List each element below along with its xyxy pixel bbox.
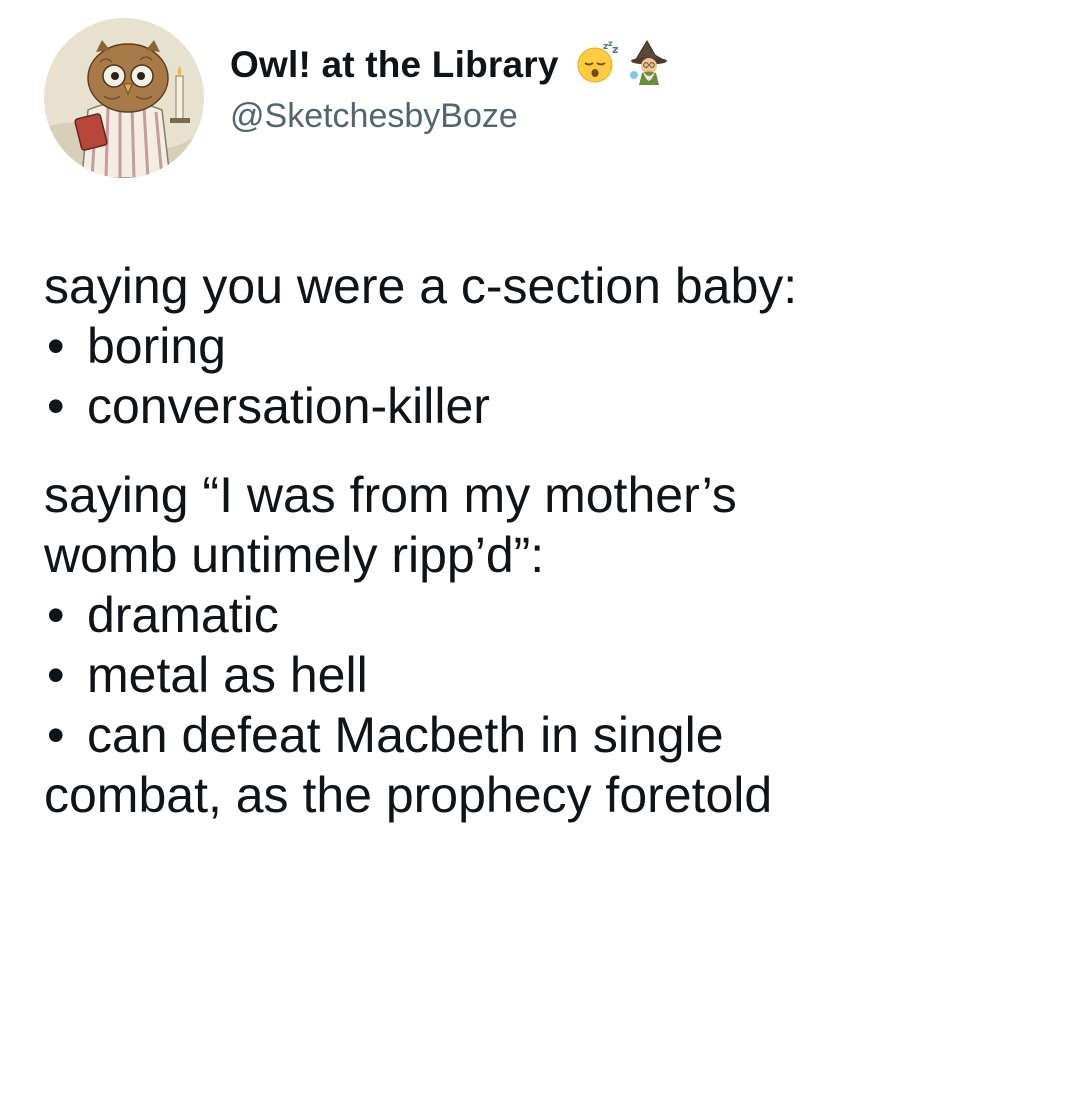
bullet-marker: • <box>47 587 65 643</box>
owl-avatar-illustration <box>44 18 204 178</box>
bullet-text: metal as hell <box>87 647 368 703</box>
list-item: • conversation-killer <box>44 376 1054 436</box>
bullet-marker: • <box>47 378 65 434</box>
tweet-text: saying you were a c-section baby: • bori… <box>44 256 1054 825</box>
bullet-text: boring <box>87 318 226 374</box>
section2-heading-line2: womb untimely ripp’d”: <box>44 527 545 583</box>
bullet-text: dramatic <box>87 587 279 643</box>
bullet-marker: • <box>47 318 65 374</box>
list-item: • metal as hell <box>44 645 1054 705</box>
bullet-marker: • <box>47 647 65 703</box>
svg-text:z: z <box>612 43 618 56</box>
bullet-continuation: combat, as the prophecy foretold <box>44 767 773 823</box>
bullet-text: conversation-killer <box>87 378 490 434</box>
name-row: Owl! at the Library z z z <box>230 37 671 93</box>
avatar[interactable] <box>44 18 204 178</box>
tweet: Owl! at the Library z z z @SketchesbyBoz… <box>0 0 1080 1098</box>
tweet-header: Owl! at the Library z z z @SketchesbyBoz… <box>44 16 671 180</box>
author-info: Owl! at the Library z z z @SketchesbyBoz… <box>230 37 671 136</box>
display-name[interactable]: Owl! at the Library <box>230 44 559 86</box>
section1-heading: saying you were a c-section baby: <box>44 258 798 314</box>
bullet-text: can defeat Macbeth in single <box>87 707 724 763</box>
author-handle[interactable]: @SketchesbyBoze <box>230 97 671 136</box>
mage-icon <box>625 39 671 90</box>
sleeping-face-icon: z z z <box>573 39 619 90</box>
list-item: • can defeat Macbeth in single <box>44 705 1054 765</box>
list-item: • dramatic <box>44 585 1054 645</box>
bullet-marker: • <box>47 707 65 763</box>
list-item: • boring <box>44 316 1054 376</box>
section2-heading-line1: saying “I was from my mother’s <box>44 467 737 523</box>
